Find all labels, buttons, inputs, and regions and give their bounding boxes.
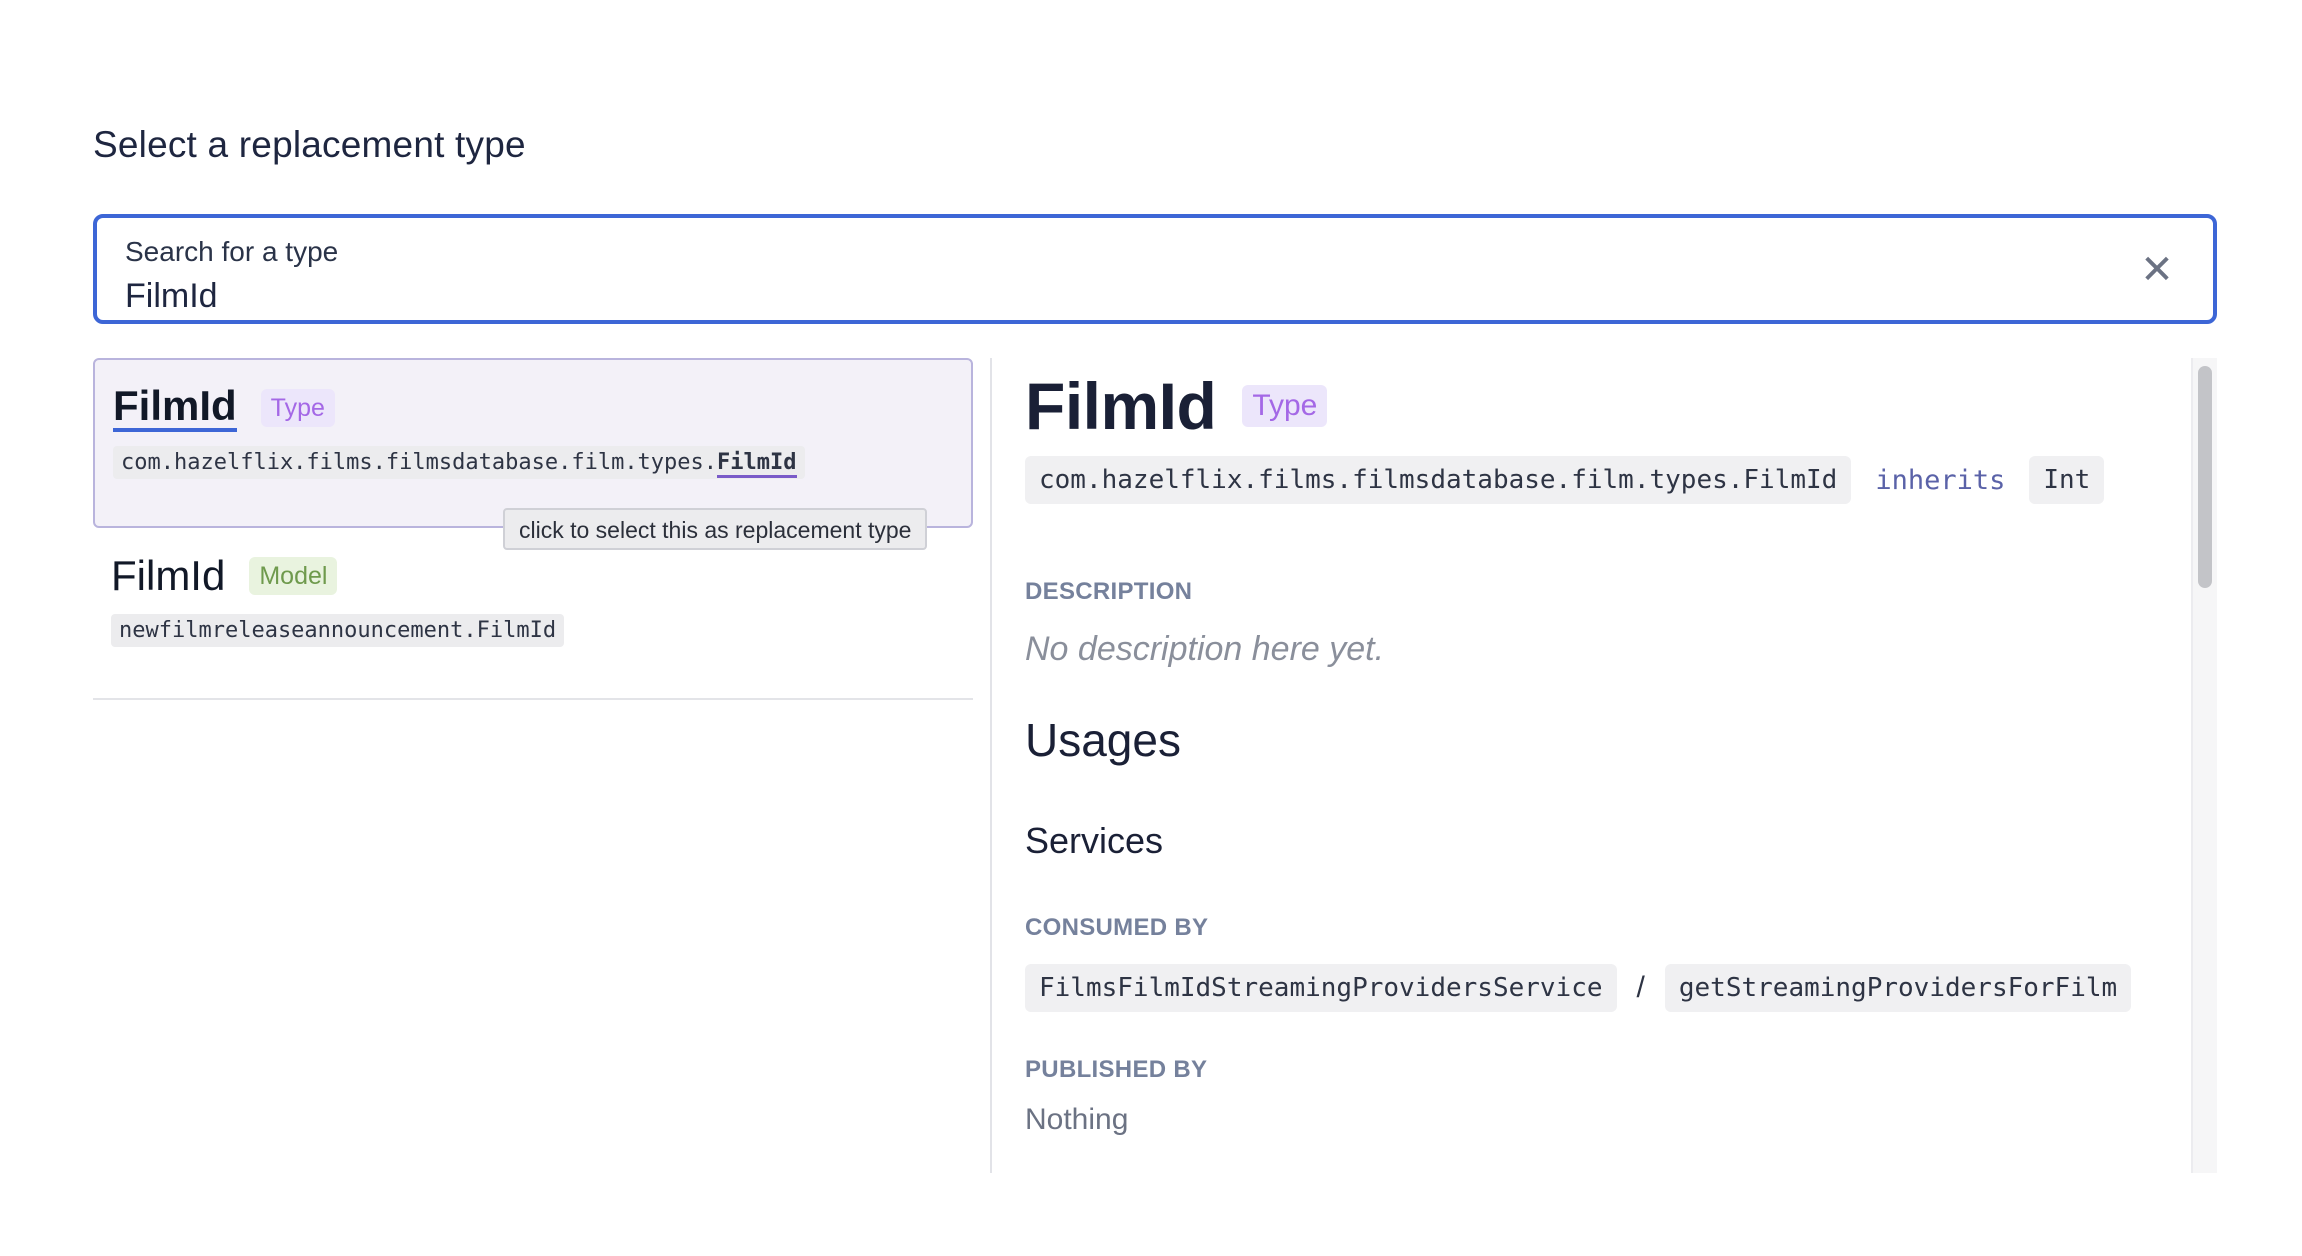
type-detail-panel: FilmId Type com.hazelflix.films.filmsdat… [1025, 358, 2185, 1173]
separator: / [1636, 971, 1645, 1004]
consumed-operation-chip[interactable]: getStreamingProvidersForFilm [1664, 964, 2132, 1012]
tooltip: click to select this as replacement type [503, 508, 928, 550]
result-item[interactable]: FilmId Type com.hazelflix.films.filmsdat… [93, 358, 973, 528]
result-name: FilmId [111, 552, 226, 599]
qualified-name-chip: com.hazelflix.films.filmsdatabase.film.t… [1025, 456, 1852, 504]
description-label: DESCRIPTION [1025, 578, 1193, 605]
type-badge: Type [1242, 385, 1328, 427]
type-badge: Type [260, 389, 335, 427]
result-item[interactable]: FilmId Model newfilmreleaseannouncement.… [93, 528, 973, 700]
services-heading: Services [1025, 820, 1164, 861]
qualified-name: com.hazelflix.films.filmsdatabase.film.t… [113, 446, 805, 479]
model-badge: Model [249, 557, 338, 595]
search-label: Search for a type [125, 236, 339, 267]
inherits-label: inherits [1875, 464, 2006, 496]
dialog-title: Select a replacement type [93, 124, 526, 165]
result-name: FilmId [113, 384, 237, 432]
divider [990, 358, 992, 1173]
published-by-value: Nothing [1025, 1103, 1129, 1136]
search-box[interactable]: Search for a type ✕ [93, 214, 2217, 324]
scrollbar[interactable] [2191, 358, 2217, 1173]
description-text: No description here yet. [1025, 630, 1385, 668]
detail-title: FilmId [1025, 369, 1217, 443]
qualified-name: newfilmreleaseannouncement.FilmId [111, 614, 565, 647]
inherits-type-chip[interactable]: Int [2029, 456, 2105, 504]
usages-heading: Usages [1025, 714, 1181, 766]
close-icon[interactable]: ✕ [2139, 250, 2175, 290]
search-input[interactable] [125, 274, 2025, 318]
consumed-by-label: CONSUMED BY [1025, 914, 1209, 941]
scrollbar-thumb[interactable] [2198, 366, 2212, 588]
consumed-service-chip[interactable]: FilmsFilmIdStreamingProvidersService [1025, 964, 1617, 1012]
published-by-label: PUBLISHED BY [1025, 1056, 1208, 1083]
